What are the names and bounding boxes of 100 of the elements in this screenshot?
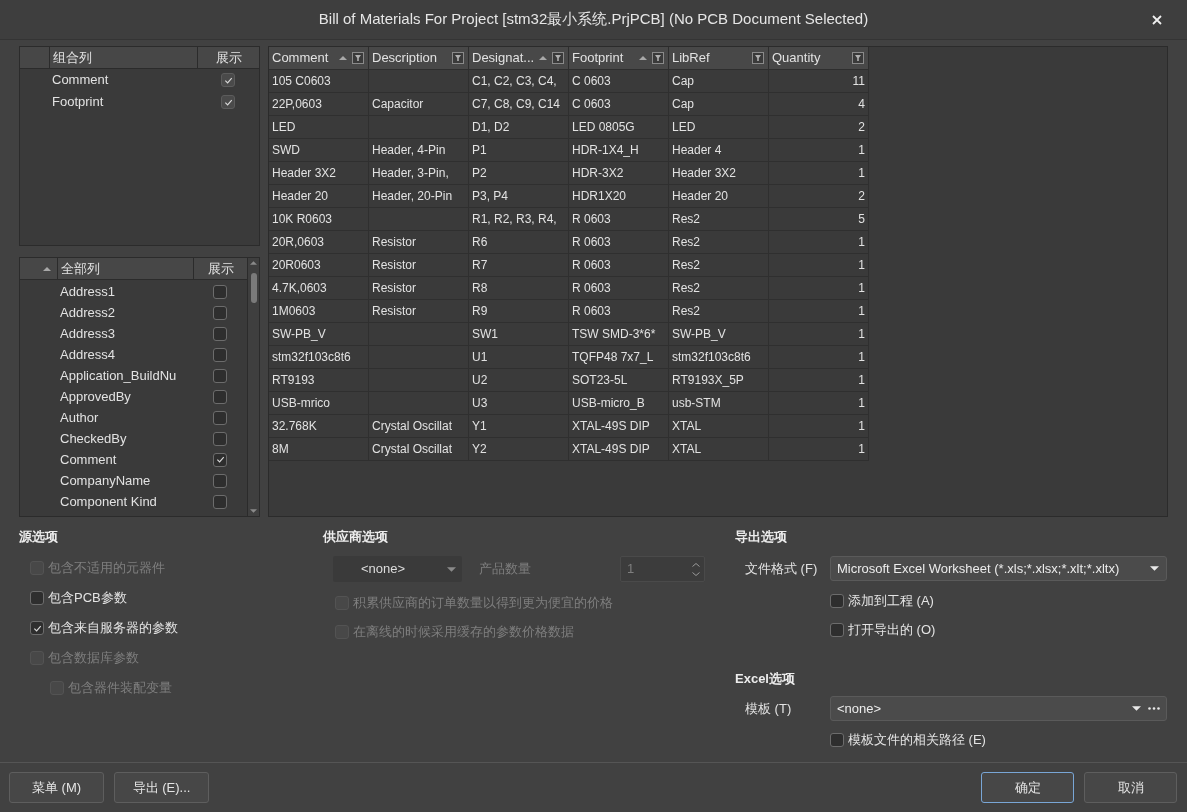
scrollbar-thumb[interactable] [250, 273, 257, 303]
table-cell: R 0603 [569, 277, 669, 300]
column-header[interactable]: Quantity [769, 47, 869, 70]
checkbox[interactable] [30, 591, 44, 605]
column-name: Address2 [60, 303, 116, 322]
checkbox[interactable] [213, 389, 227, 404]
table-cell: XTAL [669, 415, 769, 438]
more-icon[interactable] [1148, 707, 1160, 710]
supplier-dropdown[interactable]: <none> [333, 556, 462, 582]
table-cell: Resistor [369, 254, 469, 277]
filter-icon[interactable] [852, 52, 864, 64]
checkbox[interactable] [213, 494, 227, 509]
table-cell: 10K R0603 [269, 208, 369, 231]
table-cell: 1 [769, 231, 869, 254]
scroll-up-icon[interactable] [250, 261, 257, 265]
filter-icon[interactable] [352, 52, 364, 64]
checkbox-label: 包含来自服务器的参数 [48, 619, 178, 638]
table-cell: XTAL [669, 438, 769, 461]
checkbox[interactable] [213, 326, 227, 341]
column-name: Comment [52, 71, 110, 90]
table-cell: Header 3X2 [669, 162, 769, 185]
table-cell: R 0603 [569, 300, 669, 323]
close-icon[interactable] [1152, 14, 1162, 25]
table-cell: R6 [469, 231, 569, 254]
checkbox[interactable] [213, 368, 227, 383]
column-header[interactable]: 组合列 [49, 47, 197, 68]
table-cell: 1 [769, 438, 869, 461]
table-cell: RT9193X_5P [669, 369, 769, 392]
table-cell: U3 [469, 392, 569, 415]
checkbox[interactable] [213, 284, 227, 299]
checkbox-label: 打开导出的 (O) [848, 621, 936, 640]
table-cell: 2 [769, 116, 869, 139]
checkbox[interactable] [830, 733, 844, 747]
table-cell: Crystal Oscillat [369, 438, 469, 461]
footer-button[interactable]: 取消 [1084, 772, 1177, 803]
checkbox[interactable] [213, 347, 227, 362]
table-cell: stm32f103c8t6 [669, 346, 769, 369]
column-header[interactable]: 全部列 [57, 258, 193, 279]
table-cell: LED 0805G [569, 116, 669, 139]
checkbox[interactable] [213, 305, 227, 320]
table-cell: LED [269, 116, 369, 139]
checkbox-label: 模板文件的相关路径 (E) [848, 731, 986, 750]
table-cell: 1 [769, 277, 869, 300]
column-header[interactable]: Footprint [569, 47, 669, 70]
scroll-down-icon[interactable] [250, 509, 257, 513]
checkbox[interactable] [830, 594, 844, 608]
table-cell: C7, C8, C9, C14 [469, 93, 569, 116]
table-cell: Y2 [469, 438, 569, 461]
table-cell: Res2 [669, 300, 769, 323]
table-cell: SW-PB_V [269, 323, 369, 346]
column-header[interactable]: Designat... [469, 47, 569, 70]
scrollbar[interactable] [247, 258, 259, 516]
filter-icon[interactable] [452, 52, 464, 64]
template-dropdown[interactable]: <none> [830, 696, 1167, 721]
table-cell: USB-mrico [269, 392, 369, 415]
checkbox[interactable] [213, 431, 227, 446]
sort-arrow-icon [339, 56, 347, 60]
table-cell: R8 [469, 277, 569, 300]
table-cell: Res2 [669, 254, 769, 277]
filter-icon[interactable] [552, 52, 565, 64]
table-cell: R7 [469, 254, 569, 277]
table-cell: 4 [769, 93, 869, 116]
table-cell: Header 20 [269, 185, 369, 208]
footer-button[interactable]: 菜单 (M) [9, 772, 104, 803]
table-cell: SW-PB_V [669, 323, 769, 346]
checkbox[interactable] [221, 95, 235, 109]
checkbox[interactable] [221, 73, 235, 87]
table-cell: Header, 20-Pin [369, 185, 469, 208]
footer-button[interactable]: 确定 [981, 772, 1074, 803]
section-title: 导出选项 [735, 529, 788, 545]
column-header[interactable]: 展示 [197, 47, 259, 68]
footer-button[interactable]: 导出 (E)... [114, 772, 209, 803]
column-name: Component Kind [60, 492, 158, 511]
checkbox[interactable] [213, 452, 227, 467]
column-name: ApprovedBy [60, 387, 132, 406]
column-header[interactable]: Comment [269, 47, 369, 70]
column-header[interactable]: LibRef [669, 47, 769, 70]
table-cell: 1 [769, 139, 869, 162]
column-name: Address1 [60, 282, 116, 301]
file-format-dropdown[interactable]: Microsoft Excel Worksheet (*.xls;*.xlsx;*.xlt;*.xltx) [830, 556, 1167, 581]
table-cell: Y1 [469, 415, 569, 438]
checkbox[interactable] [213, 410, 227, 425]
sort-arrow-icon [539, 56, 548, 60]
table-cell: Cap [669, 93, 769, 116]
checkbox[interactable] [830, 623, 844, 637]
table-cell: Header 3X2 [269, 162, 369, 185]
table-cell: Crystal Oscillat [369, 415, 469, 438]
table-cell: C1, C2, C3, C4, [469, 70, 569, 93]
section-title: Excel选项 [735, 671, 796, 687]
table-cell: Res2 [669, 208, 769, 231]
table-cell: 32.768K [269, 415, 369, 438]
table-cell: 4.7K,0603 [269, 277, 369, 300]
checkbox[interactable] [30, 621, 44, 635]
column-header[interactable]: Description [369, 47, 469, 70]
table-cell: 1 [769, 323, 869, 346]
table-cell: HDR-1X4_H [569, 139, 669, 162]
filter-icon[interactable] [752, 52, 764, 64]
checkbox[interactable] [213, 473, 227, 488]
filter-icon[interactable] [652, 52, 664, 64]
table-cell: TSW SMD-3*6* [569, 323, 669, 346]
